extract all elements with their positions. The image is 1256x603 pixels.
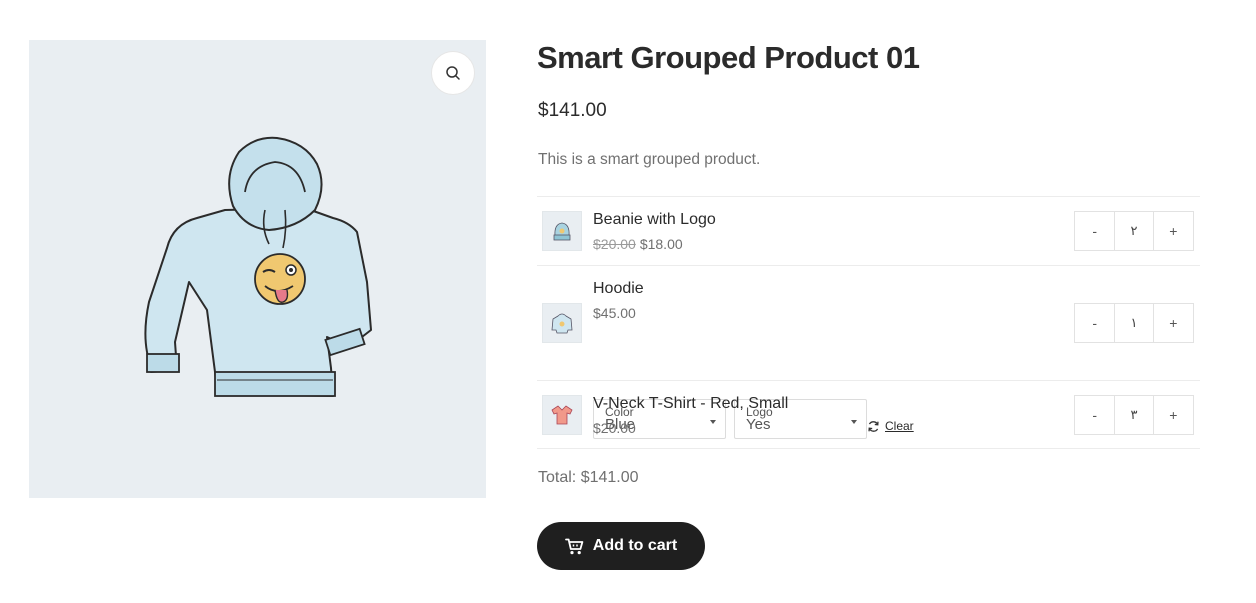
product-image-gallery[interactable]	[29, 40, 486, 498]
item-price: $20.00 $18.00	[593, 236, 683, 252]
product-price: $141.00	[538, 100, 607, 121]
quantity-stepper: - ٣ +	[1074, 395, 1194, 435]
grouped-products-table: Beanie with Logo $20.00 $18.00 - ٢ + Hood…	[537, 196, 1200, 449]
quantity-stepper: - ١ +	[1074, 303, 1194, 343]
qty-plus-button[interactable]: +	[1154, 304, 1193, 342]
grouped-total: Total: $141.00	[538, 469, 639, 486]
item-sale-price: $18.00	[639, 236, 683, 252]
qty-input[interactable]: ٣	[1114, 396, 1154, 434]
quantity-stepper: - ٢ +	[1074, 211, 1194, 251]
item-price: $20.00	[593, 420, 636, 436]
item-name[interactable]: Beanie with Logo	[593, 211, 716, 229]
grouped-item-beanie: Beanie with Logo $20.00 $18.00 - ٢ +	[537, 196, 1200, 265]
qty-minus-button[interactable]: -	[1075, 212, 1114, 250]
cart-icon	[564, 538, 584, 554]
qty-minus-button[interactable]: -	[1075, 396, 1114, 434]
vneck-thumbnail[interactable]	[542, 395, 582, 435]
grouped-item-vneck: V-Neck T-Shirt - Red, Small $20.00 - ٣ +	[537, 380, 1200, 449]
qty-minus-button[interactable]: -	[1075, 304, 1114, 342]
add-to-cart-label: Add to cart	[592, 537, 678, 554]
add-to-cart-button[interactable]: Add to cart	[537, 522, 705, 570]
item-price: $45.00	[593, 305, 636, 321]
hoodie-icon	[551, 313, 573, 334]
beanie-thumbnail[interactable]	[542, 211, 582, 251]
qty-input[interactable]: ١	[1114, 304, 1154, 342]
hoodie-image	[144, 136, 372, 397]
item-name[interactable]: V-Neck T-Shirt - Red, Small	[593, 395, 788, 413]
item-name[interactable]: Hoodie	[593, 280, 644, 298]
tshirt-icon	[551, 405, 573, 425]
qty-plus-button[interactable]: +	[1154, 212, 1193, 250]
grouped-item-hoodie: Hoodie $45.00 Color Blue Logo Yes Clear …	[537, 265, 1200, 439]
product-title: Smart Grouped Product 01	[537, 40, 920, 75]
beanie-image	[553, 222, 571, 241]
product-description: This is a smart grouped product.	[538, 151, 761, 168]
qty-input[interactable]: ٢	[1114, 212, 1154, 250]
item-old-price: $20.00	[593, 236, 636, 252]
hoodie-thumbnail[interactable]	[542, 303, 582, 343]
zoom-button[interactable]	[431, 51, 475, 95]
search-icon	[446, 66, 460, 80]
qty-plus-button[interactable]: +	[1154, 396, 1193, 434]
